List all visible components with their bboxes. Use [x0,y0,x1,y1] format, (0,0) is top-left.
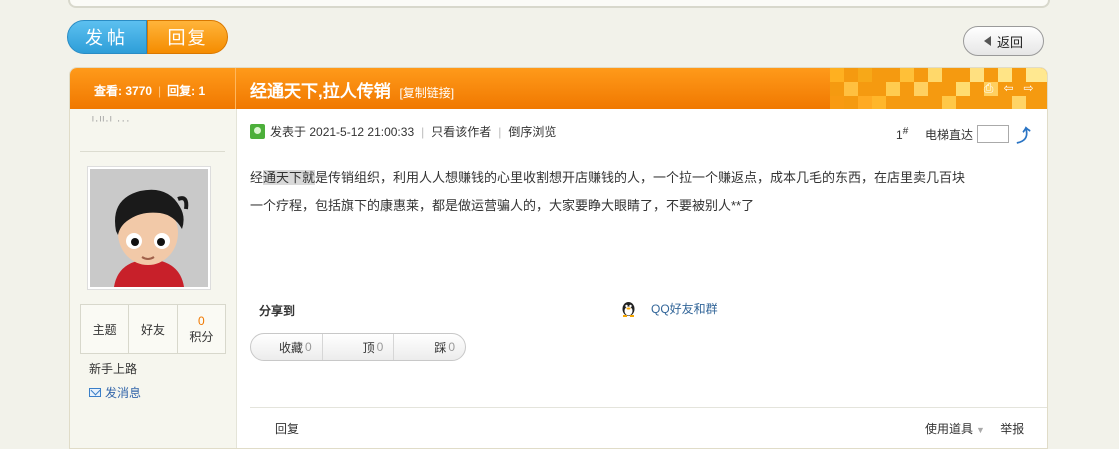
favorite-count: 0 [304,340,312,354]
sidebar-divider [80,151,225,152]
downvote-button[interactable]: 踩0 [394,334,465,360]
reply-button[interactable]: 回复 [147,20,228,54]
online-status-icon [250,124,265,139]
stat-points-value: 0 [197,313,205,328]
upvote-count: 0 [376,340,384,354]
header-divider [235,68,236,109]
post-body: 发表于 2021-5-12 21:00:33 | 只看该作者 | 倒序浏览 1#… [237,109,1047,448]
back-label: 返回 [996,34,1023,50]
new-post-button[interactable]: 发帖 [67,20,147,54]
send-message-link[interactable]: 发消息 [89,384,141,401]
posted-prefix: 发表于 [270,125,307,139]
thread-header: 查看: 3770 | 回复: 1 经通天下,拉人传销 [复制链接] ⎙ ⇦ ⇨ [70,68,1047,109]
report-link[interactable]: 举报 [1000,422,1024,436]
author-rank: 新手上路 [89,362,138,376]
content-rest: 是传销组织，利用人人想赚钱的心里收割想开店赚钱的人，一个拉一个赚返点，成本几毛的… [315,170,966,185]
elevator-input[interactable] [977,125,1010,143]
favorite-button[interactable]: 收藏 0 [251,334,323,360]
avatar[interactable] [87,166,211,290]
only-author-link[interactable]: 只看该作者 [431,123,491,140]
content-highlight: 通天下就 [263,170,316,185]
elevator-label: 电梯直达 [925,127,974,142]
post-meta: 发表于 2021-5-12 21:00:33 | 只看该作者 | 倒序浏览 [250,123,556,140]
upvote-label: 顶 [362,340,375,355]
mail-icon [89,388,101,397]
views-label: 查看: [94,84,122,98]
elevator-jump: 电梯直达 ⤴ [925,121,1033,147]
post-footer-divider [250,407,1047,408]
next-thread-icon[interactable]: ⇨ [1022,82,1035,95]
stat-threads[interactable]: 主题 [81,305,130,353]
qq-share-label: QQ好友和群 [651,302,718,316]
views-count: 3770 [125,84,153,98]
post-content: 经通天下就是传销组织，利用人人想赚钱的心里收割想开店赚钱的人，一个拉一个赚返点，… [250,164,1040,220]
favorite-label: 收藏 [278,340,303,355]
floor-number-value: 1 [896,128,903,142]
downvote-label: 踩 [434,340,447,355]
content-start: 经 [250,170,264,185]
content-line-2: 一个疗程，包括旗下的康惠莱，都是做运营骗人的，大家要睁大眼睛了，不要被别人**了 [250,198,755,213]
header-icons: ⎙ ⇦ ⇨ [982,82,1035,95]
replies-label: 回复: [167,84,196,98]
upvote-button[interactable]: 顶0 [323,334,395,360]
action-buttons: 发帖 回复 [67,20,228,54]
thread-title-text: 经通天下,拉人传销 [250,82,391,101]
back-arrow-icon [983,36,991,46]
stat-threads-label: 主题 [92,322,117,337]
floor-number: 1# [896,126,908,142]
qq-penguin-icon [622,301,635,317]
stat-friends-label: 好友 [140,322,165,337]
avatar-image [90,169,208,287]
copy-link[interactable]: [复制链接] [399,86,454,100]
prev-thread-icon[interactable]: ⇦ [1002,82,1015,95]
elevator-go-icon[interactable]: ⤴ [1013,121,1033,147]
author-sidebar: ᴵ·ᴵᴵ·ᴵ ··· 主题 好友 0 积分 新手上路 发消息 [70,109,237,448]
downvote-count: 0 [448,340,456,354]
stat-friends[interactable]: 好友 [129,305,178,353]
print-icon[interactable]: ⎙ [982,82,995,95]
top-panel-edge [68,0,1050,8]
vote-bar: 收藏 0 顶0 踩0 [250,333,466,361]
content-line-1: 经通天下就是传销组织，利用人人想赚钱的心里收割想开店赚钱的人，一个拉一个赚返点，… [250,164,1040,192]
replies-count: 1 [198,84,206,98]
chevron-down-icon: ▼ [976,425,985,435]
stat-points[interactable]: 0 积分 [178,305,225,353]
send-message-label: 发消息 [105,386,142,400]
qq-share-link[interactable]: QQ好友和群 [621,300,718,317]
reverse-order-link[interactable]: 倒序浏览 [508,123,556,140]
stat-points-label: 积分 [189,329,214,344]
share-label: 分享到 [259,304,296,318]
thread-panel: 查看: 3770 | 回复: 1 经通天下,拉人传销 [复制链接] ⎙ ⇦ ⇨ … [69,67,1048,449]
floor-mark: # [902,126,909,137]
use-tool-menu[interactable]: 使用道具 [925,422,973,436]
thread-title: 经通天下,拉人传销 [复制链接] [250,77,454,102]
thread-stats: 查看: 3770 | 回复: 1 [94,84,206,98]
posted-time: 2021-5-12 21:00:33 [309,124,415,139]
author-name[interactable]: ᴵ·ᴵᴵ·ᴵ ··· [92,115,131,127]
back-button[interactable]: 返回 [963,26,1044,56]
author-stats: 主题 好友 0 积分 [80,304,226,354]
